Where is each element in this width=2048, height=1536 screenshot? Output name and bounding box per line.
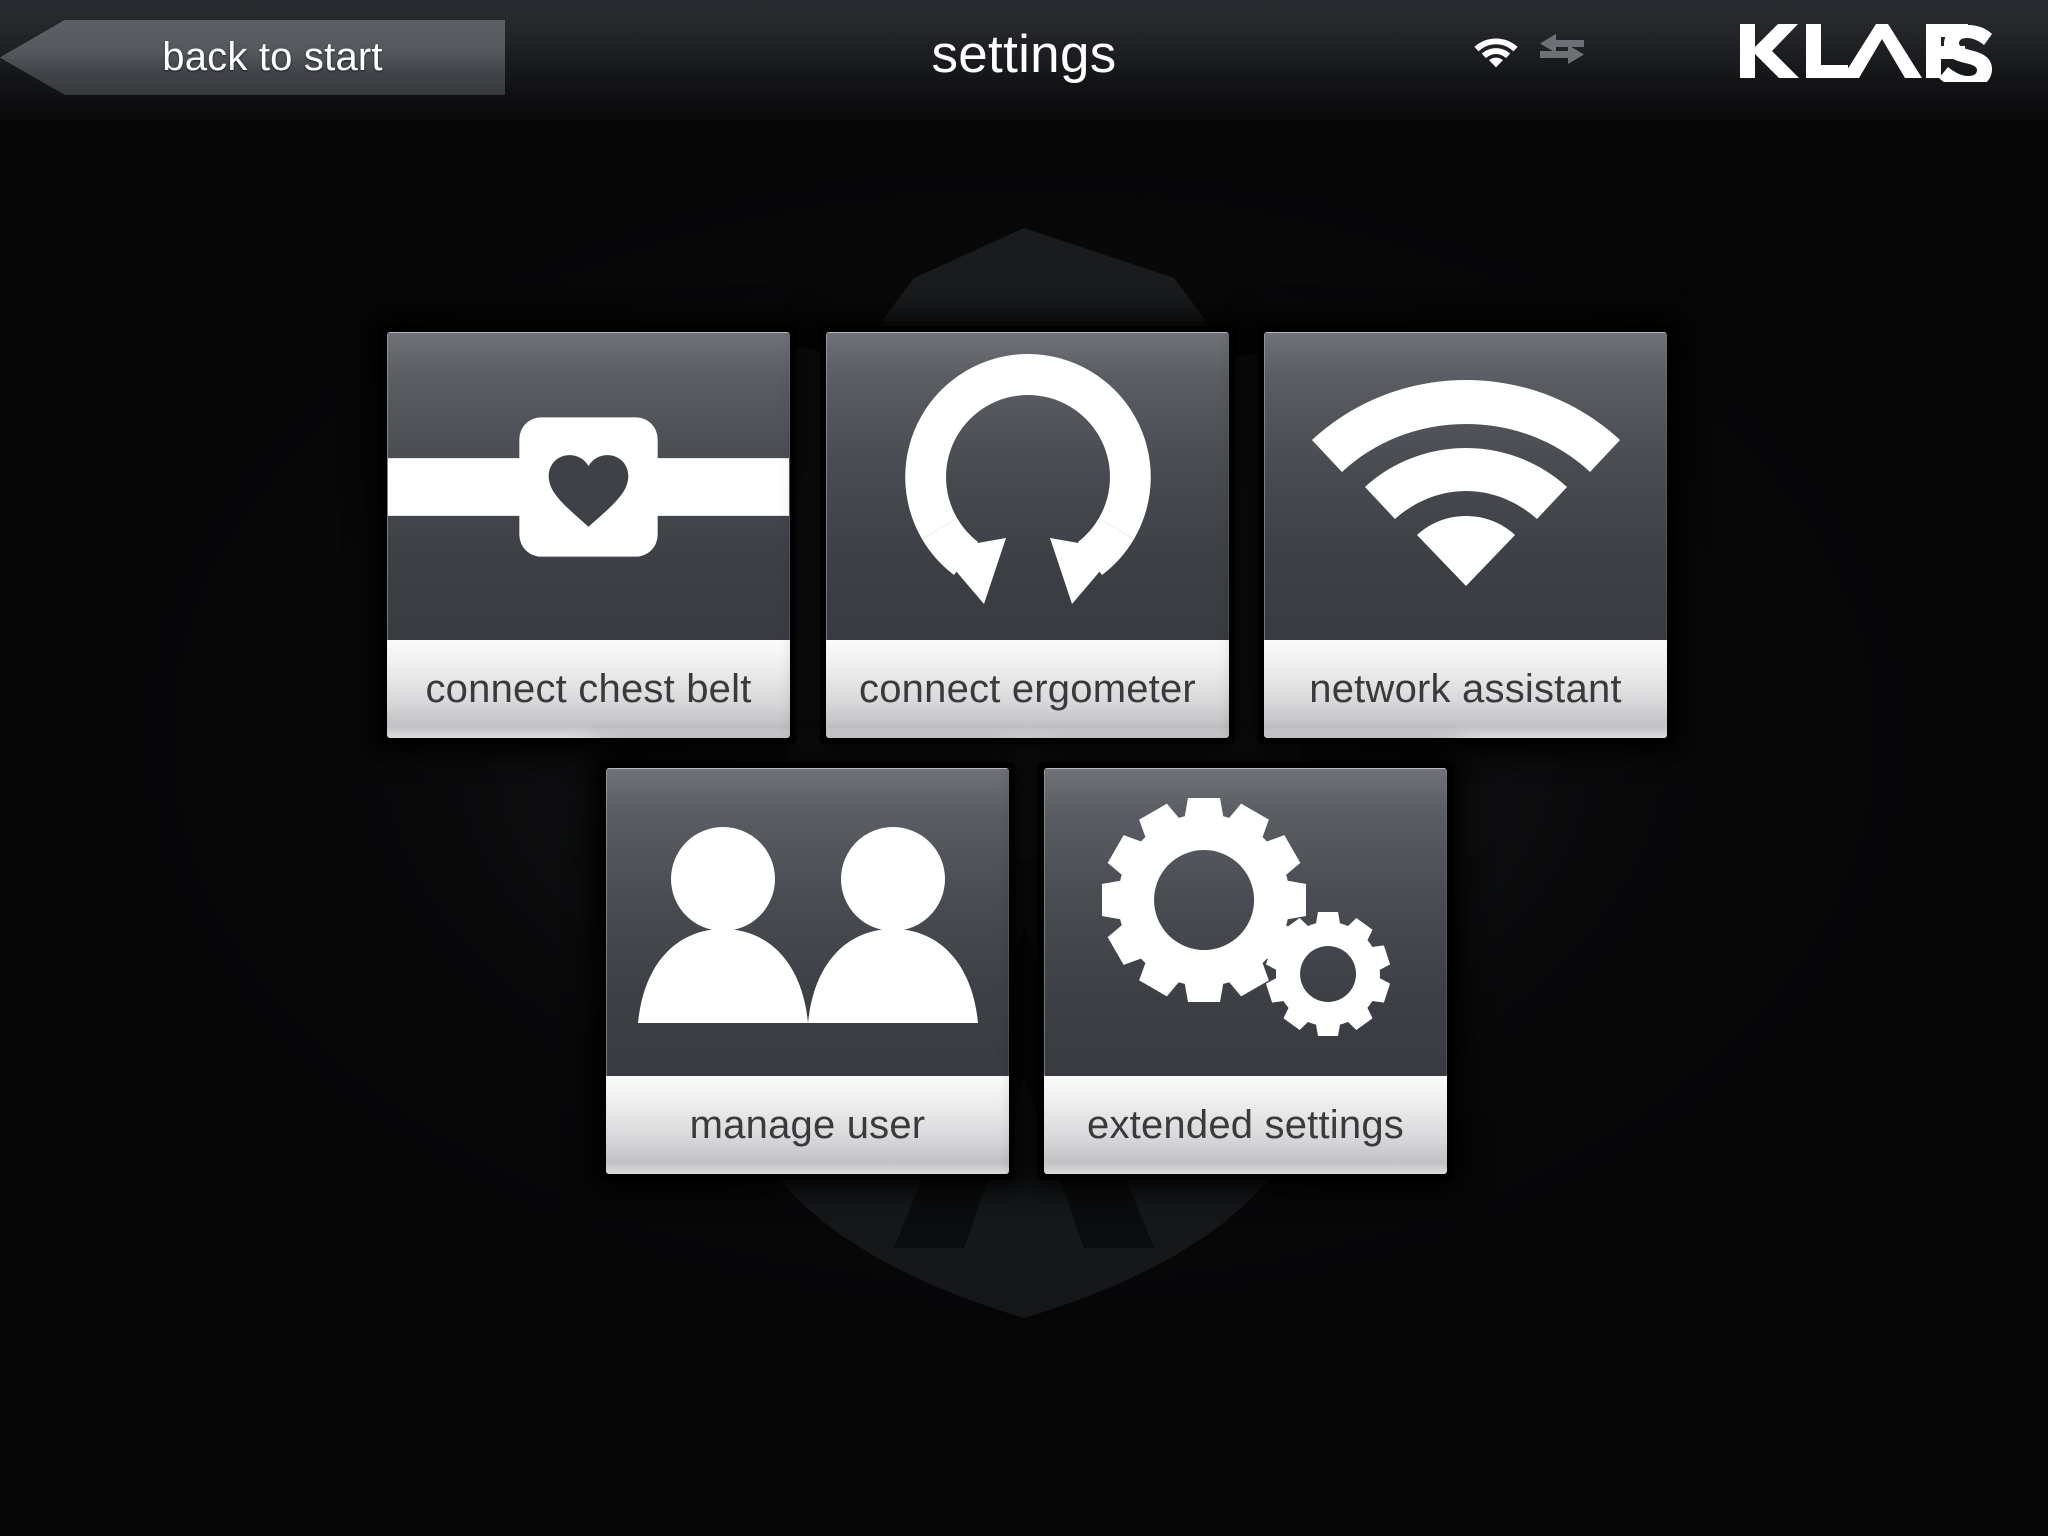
app-screen: back to start settings connect chest bel… bbox=[0, 0, 2048, 1536]
wifi-icon bbox=[1472, 30, 1520, 73]
two-users-icon bbox=[606, 768, 1009, 1076]
tile-label: connect ergometer bbox=[826, 640, 1229, 738]
heart-chest-belt-icon bbox=[387, 332, 790, 640]
klafs-logo bbox=[1736, 20, 1996, 89]
tile-connect-ergometer[interactable]: connect ergometer bbox=[820, 326, 1235, 744]
tile-network-assistant[interactable]: network assistant bbox=[1258, 326, 1673, 744]
data-transfer-arrows-icon bbox=[1538, 32, 1586, 71]
tile-connect-chest-belt[interactable]: connect chest belt bbox=[381, 326, 796, 744]
settings-tile-grid: connect chest belt connect ergometer net… bbox=[0, 0, 2048, 1536]
tile-label: manage user bbox=[606, 1076, 1009, 1174]
circular-refresh-arrows-icon bbox=[826, 332, 1229, 640]
status-icon-group bbox=[1472, 30, 1586, 73]
tile-label: extended settings bbox=[1044, 1076, 1447, 1174]
two-gears-icon bbox=[1044, 768, 1447, 1076]
tile-extended-settings[interactable]: extended settings bbox=[1038, 762, 1453, 1180]
wifi-signal-icon bbox=[1264, 332, 1667, 640]
tile-manage-user[interactable]: manage user bbox=[600, 762, 1015, 1180]
tile-label: network assistant bbox=[1264, 640, 1667, 738]
tile-label: connect chest belt bbox=[387, 640, 790, 738]
app-header: back to start settings bbox=[0, 0, 2048, 118]
background-vignette bbox=[0, 0, 2048, 1536]
